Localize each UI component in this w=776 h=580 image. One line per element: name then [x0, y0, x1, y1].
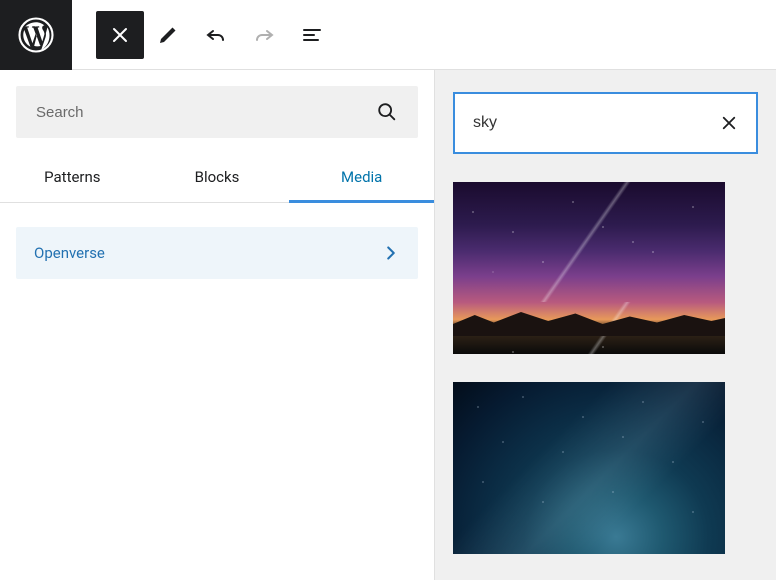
list-icon [300, 23, 324, 47]
main: Patterns Blocks Media Openverse [0, 70, 776, 580]
clear-search-button[interactable] [720, 114, 738, 132]
category-label: Openverse [34, 244, 105, 262]
inserter-panel: Patterns Blocks Media Openverse [0, 70, 435, 580]
redo-icon [252, 23, 276, 47]
pencil-icon [156, 23, 180, 47]
toolbar [72, 11, 336, 59]
media-categories: Openverse [0, 203, 434, 303]
result-image-2[interactable] [453, 382, 725, 554]
result-image-1[interactable] [453, 182, 725, 354]
close-icon [108, 23, 132, 47]
inserter-search-wrap [0, 70, 434, 154]
tab-patterns[interactable]: Patterns [0, 154, 145, 202]
category-openverse[interactable]: Openverse [16, 227, 418, 279]
undo-icon [204, 23, 228, 47]
tab-media[interactable]: Media [289, 154, 434, 202]
redo-button[interactable] [240, 11, 288, 59]
close-inserter-button[interactable] [96, 11, 144, 59]
tab-blocks[interactable]: Blocks [145, 154, 290, 202]
results-search-box[interactable] [453, 92, 758, 154]
inserter-search-input[interactable] [36, 104, 376, 121]
undo-button[interactable] [192, 11, 240, 59]
document-overview-button[interactable] [288, 11, 336, 59]
wordpress-icon [18, 17, 54, 53]
inserter-search-box[interactable] [16, 86, 418, 138]
topbar [0, 0, 776, 70]
edit-button[interactable] [144, 11, 192, 59]
results-search-input[interactable] [473, 114, 720, 132]
search-icon [376, 101, 398, 123]
inserter-tabs: Patterns Blocks Media [0, 154, 434, 203]
results-panel [435, 70, 776, 580]
wordpress-logo[interactable] [0, 0, 72, 70]
chevron-right-icon [380, 242, 402, 264]
